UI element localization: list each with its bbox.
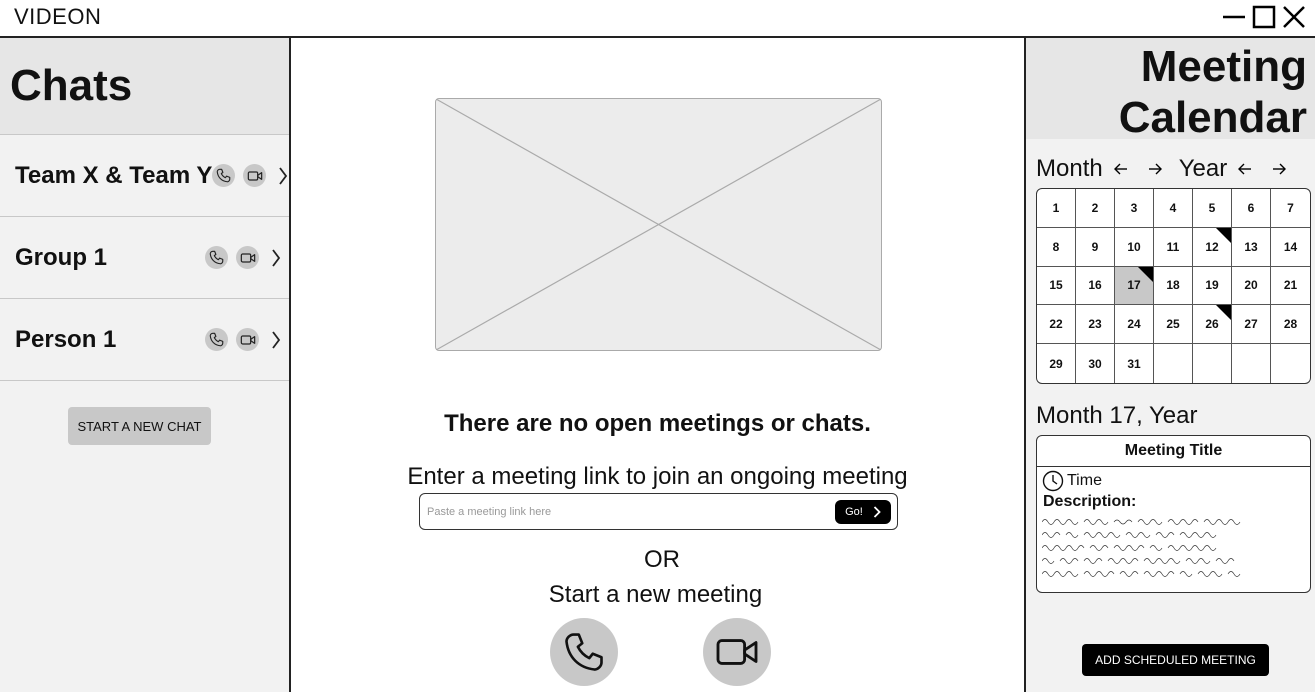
calendar-day-20[interactable]: 20 [1232, 266, 1271, 306]
calendar-header: Meeting Calendar [1026, 38, 1315, 142]
chat-name: Team X & Team Y [15, 161, 213, 189]
meeting-time: Time [1037, 470, 1310, 492]
start-video-call-button[interactable] [703, 618, 771, 686]
calendar-day-3[interactable]: 3 [1115, 189, 1154, 228]
calendar-day-1[interactable]: 1 [1037, 189, 1076, 228]
calendar-day-31[interactable]: 31 [1115, 344, 1154, 383]
calendar-nav: Month Year [1036, 155, 1291, 183]
month-label: Month [1036, 155, 1103, 182]
calendar-day-13[interactable]: 13 [1232, 227, 1271, 267]
chats-title: Chats [10, 61, 133, 110]
calendar-day-empty [1154, 344, 1193, 383]
chats-sidebar: Chats Team X & Team Y Group 1 Person 1 S… [0, 38, 291, 692]
calendar-day-27[interactable]: 27 [1232, 305, 1271, 345]
calendar-day-26[interactable]: 26 [1193, 305, 1232, 345]
chevron-right-icon[interactable] [276, 165, 290, 187]
go-button[interactable]: Go! [835, 499, 891, 524]
calendar-day-6[interactable]: 6 [1232, 189, 1271, 228]
meeting-card[interactable]: Meeting Title Time Description: [1036, 435, 1311, 593]
calendar-day-23[interactable]: 23 [1076, 305, 1115, 345]
calendar-day-10[interactable]: 10 [1115, 227, 1154, 267]
calendar-day-empty [1232, 344, 1271, 383]
meeting-time-label: Time [1067, 472, 1102, 489]
chevron-right-icon [873, 505, 881, 518]
meeting-link-input[interactable] [427, 505, 835, 518]
minimize-icon[interactable] [1221, 4, 1247, 30]
empty-state-message: There are no open meetings or chats. [444, 410, 871, 437]
video-camera-icon[interactable] [236, 328, 259, 351]
image-placeholder [435, 98, 882, 351]
calendar-day-17[interactable]: 17 [1115, 266, 1154, 306]
calendar-day-14[interactable]: 14 [1271, 228, 1310, 267]
chevron-right-icon[interactable] [269, 329, 283, 351]
video-camera-icon[interactable] [243, 164, 267, 187]
chat-item-person-1[interactable]: Person 1 [0, 299, 289, 381]
year-label: Year [1178, 155, 1228, 182]
start-new-chat-button[interactable]: START A NEW CHAT [68, 407, 211, 445]
meeting-calendar-panel: Meeting Calendar Month Year 1 2 3 4 5 6 7 8 9 10 1… [1024, 38, 1315, 692]
phone-icon[interactable] [205, 328, 228, 351]
calendar-day-2[interactable]: 2 [1076, 189, 1115, 228]
calendar-day-16[interactable]: 16 [1076, 266, 1115, 306]
calendar-day-25[interactable]: 25 [1154, 305, 1193, 345]
chat-item-team-x-team-y[interactable]: Team X & Team Y [0, 135, 289, 217]
calendar-grid: 1 2 3 4 5 6 7 8 9 10 11 12 13 14 15 16 17 18 19 20 21 22 23 24 2… [1036, 188, 1311, 384]
calendar-day-empty [1193, 344, 1232, 383]
calendar-day-29[interactable]: 29 [1037, 344, 1076, 383]
app-title: VIDEON [14, 4, 102, 29]
start-audio-call-button[interactable] [550, 618, 618, 686]
maximize-icon[interactable] [1251, 4, 1277, 30]
calendar-day-24[interactable]: 24 [1115, 305, 1154, 345]
calendar-day-22[interactable]: 22 [1037, 305, 1076, 345]
meeting-description-label: Description: [1043, 493, 1137, 510]
calendar-day-empty [1271, 344, 1310, 383]
phone-icon [565, 633, 603, 671]
video-camera-icon[interactable] [236, 246, 259, 269]
year-next-arrow-icon[interactable] [1267, 157, 1291, 181]
window-controls [1221, 4, 1307, 30]
go-label: Go! [845, 505, 863, 518]
meeting-title: Meeting Title [1037, 436, 1310, 467]
calendar-title-line1: Meeting [1140, 42, 1307, 91]
selected-date-label: Month 17, Year [1036, 402, 1198, 429]
month-next-arrow-icon[interactable] [1143, 157, 1167, 181]
chat-name: Person 1 [15, 325, 117, 353]
start-new-meeting-label: Start a new meeting [548, 581, 763, 608]
calendar-day-15[interactable]: 15 [1037, 266, 1076, 306]
calendar-day-30[interactable]: 30 [1076, 344, 1115, 383]
chat-name: Group 1 [15, 243, 108, 271]
calendar-day-5[interactable]: 5 [1193, 189, 1232, 228]
month-prev-arrow-icon[interactable] [1109, 157, 1133, 181]
calendar-day-19[interactable]: 19 [1193, 266, 1232, 306]
phone-icon[interactable] [212, 164, 236, 187]
calendar-day-8[interactable]: 8 [1037, 227, 1076, 267]
chats-header: Chats [0, 38, 289, 135]
main-area: There are no open meetings or chats. Ent… [291, 38, 1024, 692]
phone-icon[interactable] [205, 246, 228, 269]
calendar-day-4[interactable]: 4 [1154, 189, 1193, 228]
calendar-day-7[interactable]: 7 [1271, 189, 1310, 228]
video-camera-icon [716, 639, 758, 665]
calendar-title-line2: Calendar [1118, 93, 1307, 142]
clock-icon [1042, 470, 1064, 492]
calendar-day-28[interactable]: 28 [1271, 305, 1310, 345]
calendar-day-11[interactable]: 11 [1154, 227, 1193, 267]
title-bar: VIDEON [0, 0, 1315, 38]
chevron-right-icon[interactable] [269, 247, 283, 269]
calendar-day-9[interactable]: 9 [1076, 227, 1115, 267]
add-scheduled-meeting-button[interactable]: ADD SCHEDULED MEETING [1082, 644, 1269, 676]
join-meeting-label: Enter a meeting link to join an ongoing … [407, 463, 908, 490]
year-prev-arrow-icon[interactable] [1233, 157, 1257, 181]
close-icon[interactable] [1281, 4, 1307, 30]
calendar-day-18[interactable]: 18 [1154, 266, 1193, 306]
calendar-day-12[interactable]: 12 [1193, 227, 1232, 267]
description-placeholder-scribble [1042, 519, 1241, 577]
chat-item-group-1[interactable]: Group 1 [0, 217, 289, 299]
or-label: OR [644, 546, 680, 573]
calendar-day-21[interactable]: 21 [1271, 267, 1310, 306]
meeting-link-box: Go! [419, 493, 898, 530]
